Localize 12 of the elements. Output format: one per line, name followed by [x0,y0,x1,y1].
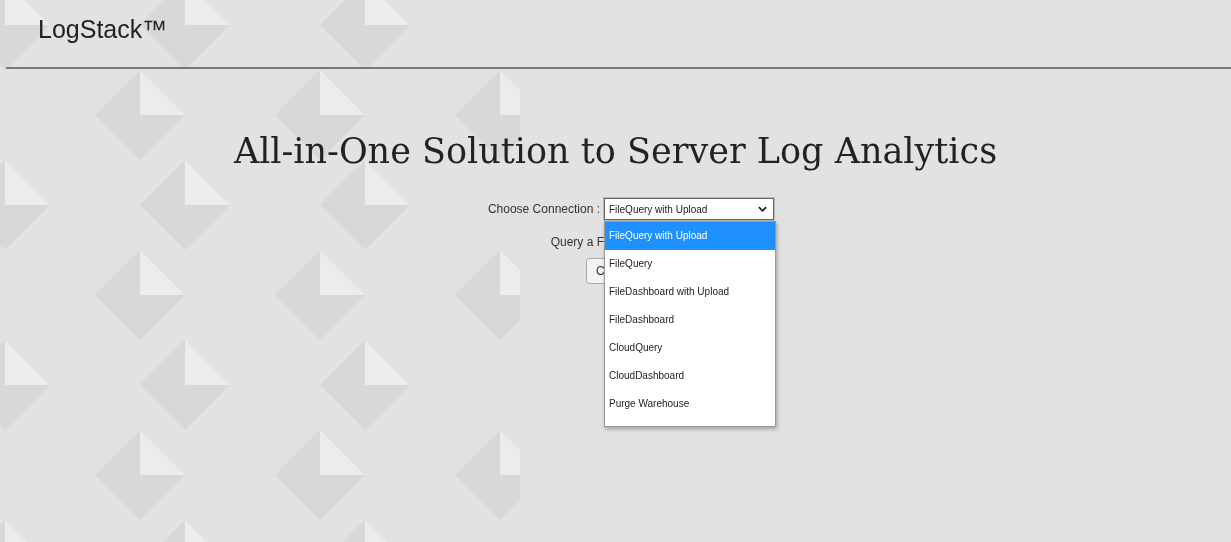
logo-text: LogStack™ [38,15,168,44]
dropdown-option[interactable]: CloudQuery [605,334,775,362]
dropdown-option[interactable]: CloudDashboard [605,362,775,390]
dropdown-option[interactable]: Purge Warehouse [605,390,775,418]
dropdown-option[interactable]: FileDashboard [605,306,775,334]
dropdown-option[interactable]: FileQuery [605,250,775,278]
query-label: Query a F [549,235,604,249]
connection-select[interactable]: FileQuery with Upload [604,198,774,220]
page-title: All-in-One Solution to Server Log Analytics [232,131,999,171]
dropdown-option[interactable]: FileDashboard with Upload [605,278,775,306]
connection-label: Choose Connection : [486,202,601,216]
caret-icon [758,206,767,212]
